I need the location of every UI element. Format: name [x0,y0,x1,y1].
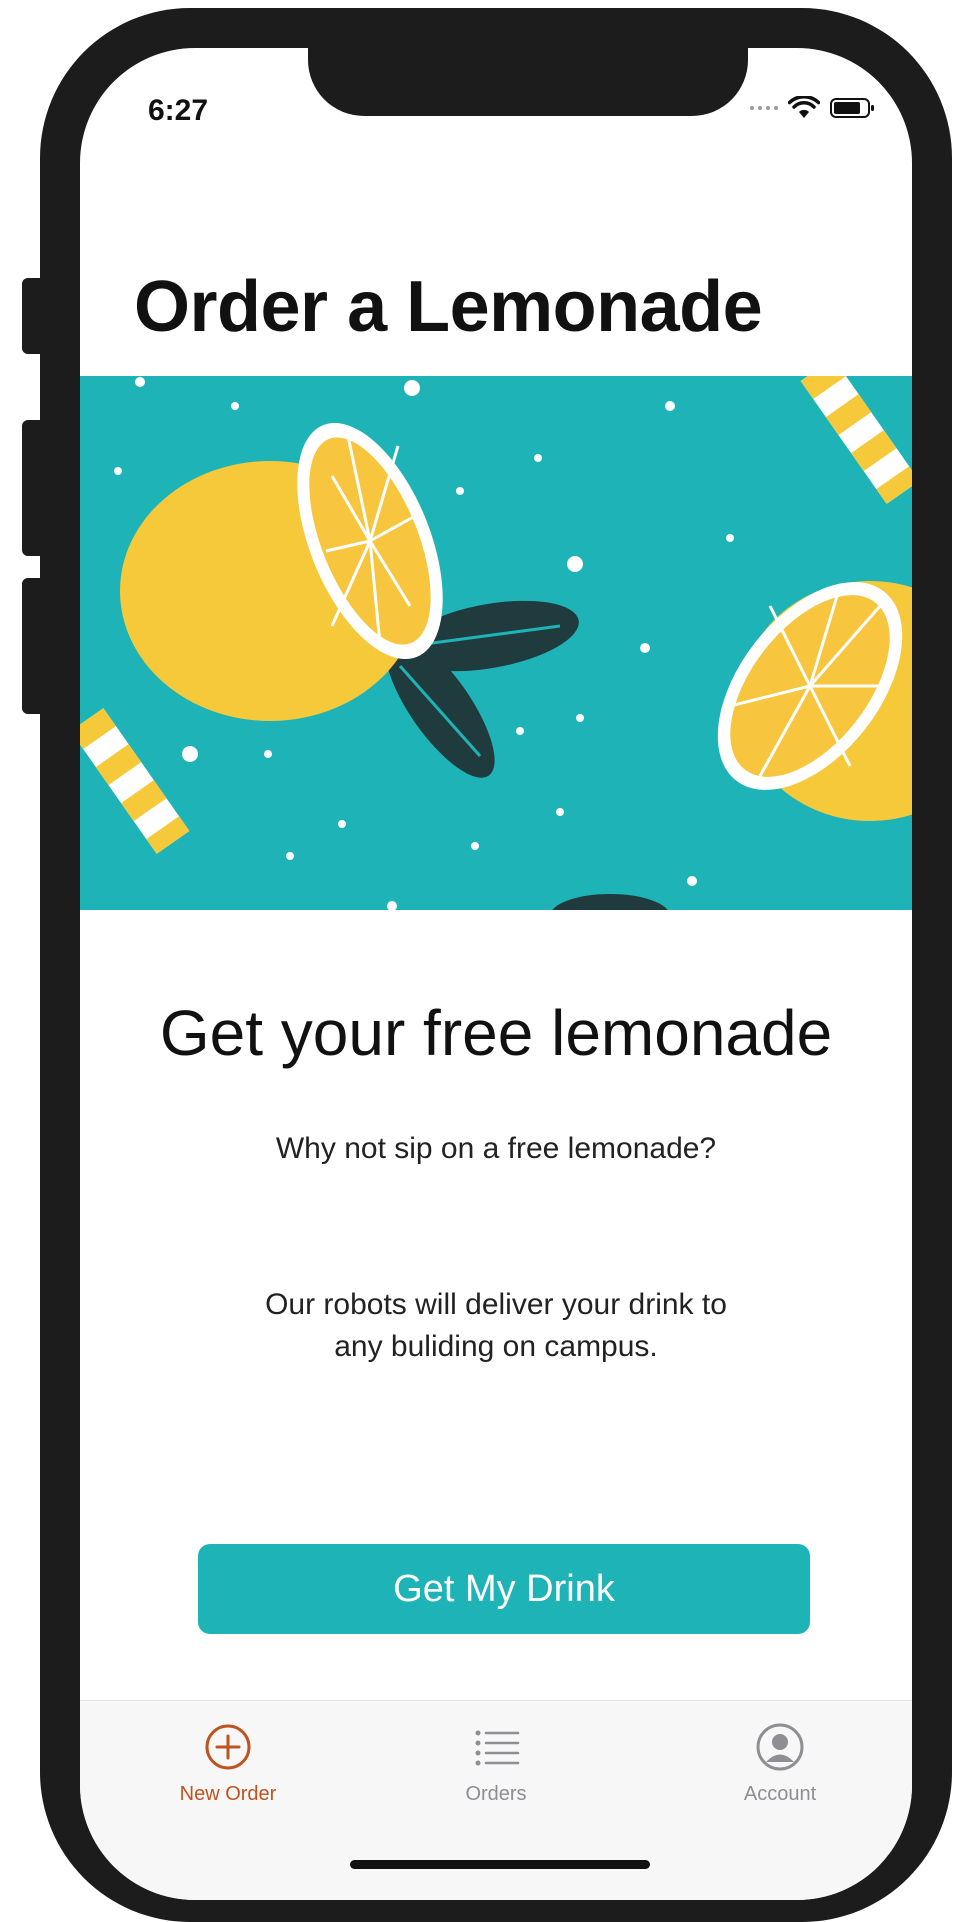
headline: Get your free lemonade [159,997,833,1069]
page-title: Order a Lemonade [134,267,763,347]
hero-image [80,376,912,910]
tab-bar: New Order Orders Account [80,1700,912,1900]
tab-new-order-label: New Order [179,1783,277,1805]
description-line-1: Our robots will deliver your drink to [265,1288,727,1321]
home-indicator [350,1860,650,1869]
plus-circle-icon [205,1724,251,1770]
volume-up-button [22,420,40,556]
wifi-icon [788,96,820,118]
mute-switch [22,278,40,354]
status-icons [750,96,876,120]
phone-body: 6:27 Order a Lemonade Get your free lemo… [40,8,952,1922]
tab-account-label: Account [743,1783,817,1805]
phone-screen: 6:27 Order a Lemonade Get your free lemo… [80,48,912,1900]
delivery-description: Our robots will deliver your drink to an… [80,1284,912,1368]
description-line-2: any buliding on campus. [334,1330,658,1363]
battery-icon [830,98,874,118]
user-circle-icon [756,1723,804,1771]
subtext: Why not sip on a free lemonade? [275,1132,717,1165]
tab-new-order[interactable]: New Order [118,1721,338,1806]
status-time: 6:27 [148,94,209,127]
volume-down-button [22,578,40,714]
notch [308,48,748,116]
tab-account[interactable]: Account [670,1721,890,1806]
tab-orders[interactable]: Orders [386,1721,606,1806]
app-frame: 6:27 Order a Lemonade Get your free lemo… [0,0,953,1922]
list-icon [475,1730,520,1766]
tab-orders-label: Orders [465,1783,527,1805]
signal-icon [750,106,778,110]
lemon-illustration [80,376,912,910]
get-my-drink-button[interactable]: Get My Drink [198,1544,810,1634]
